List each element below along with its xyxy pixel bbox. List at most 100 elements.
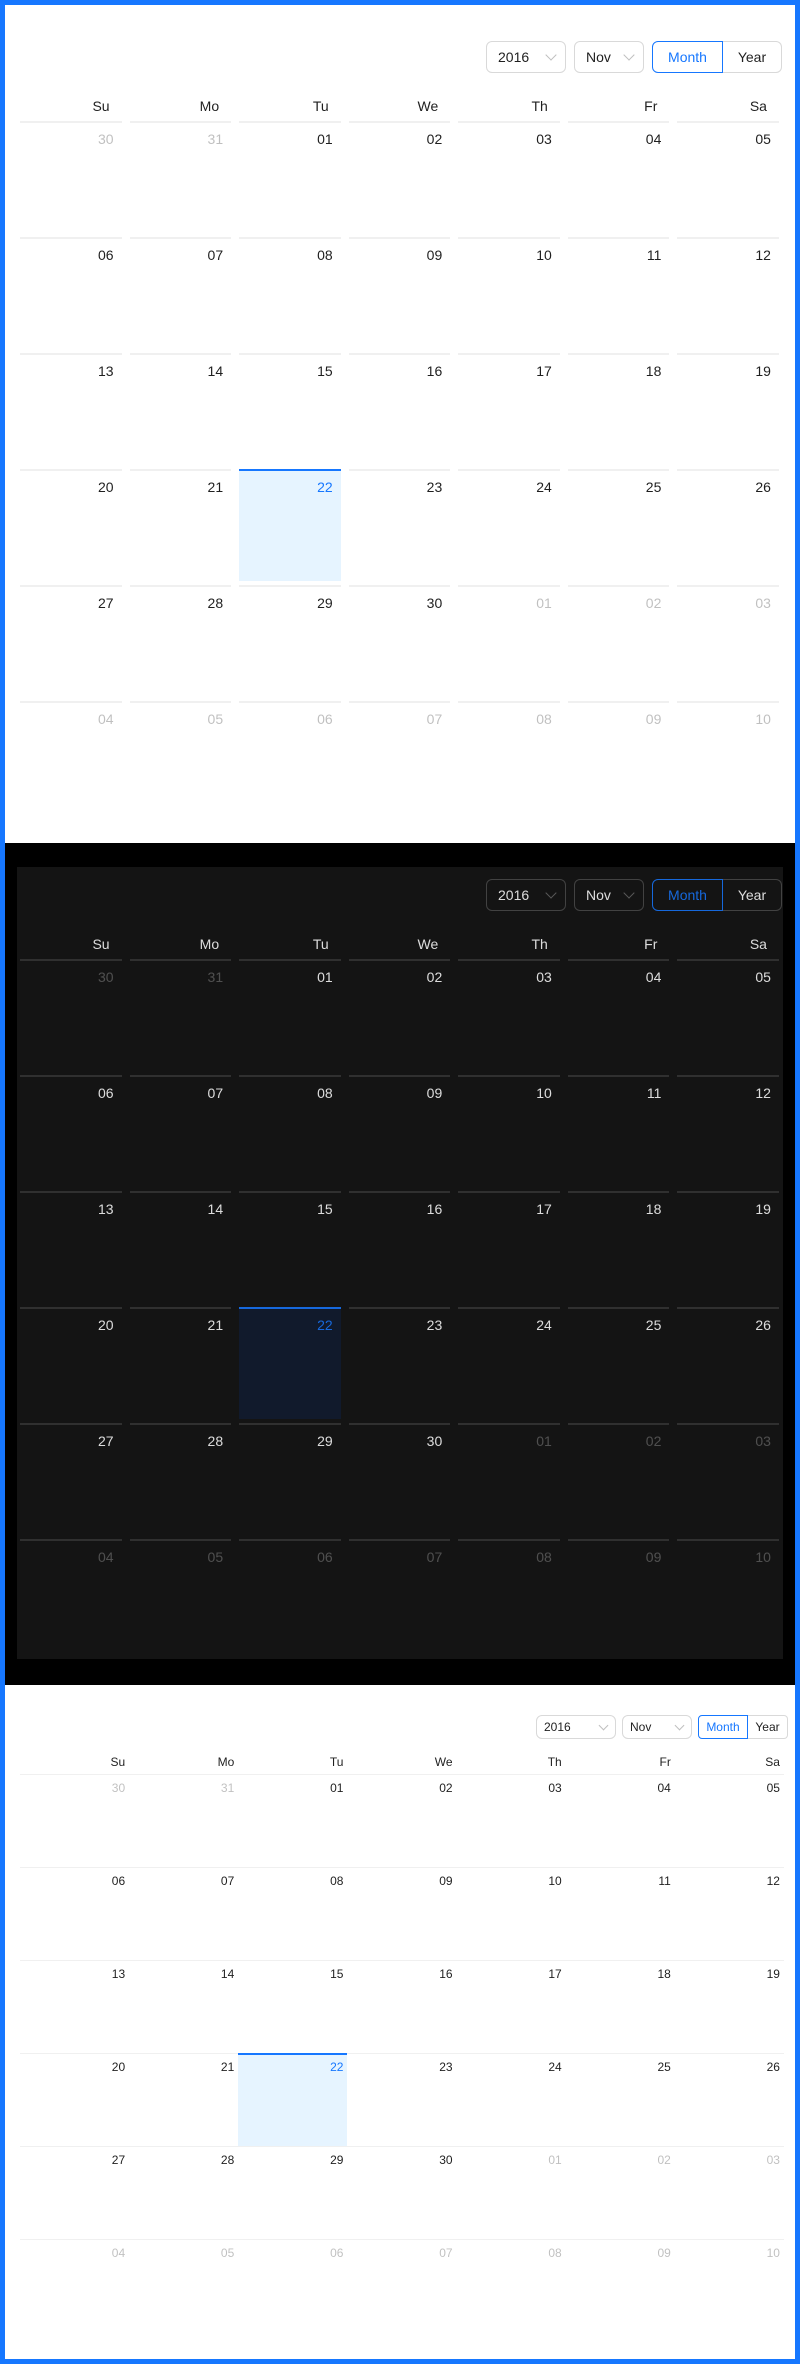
date-cell[interactable]: 09 xyxy=(565,2239,675,2332)
date-cell[interactable]: 26 xyxy=(674,2053,784,2146)
date-cell[interactable]: 05 xyxy=(129,2239,239,2332)
date-cell[interactable]: 06 xyxy=(238,2239,348,2332)
date-cell[interactable]: 24 xyxy=(456,2053,566,2146)
mode-month-button[interactable]: Month xyxy=(652,41,723,73)
date-cell[interactable]: 30 xyxy=(20,959,122,1071)
date-cell[interactable]: 13 xyxy=(20,1960,130,2053)
date-cell[interactable]: 23 xyxy=(348,469,451,581)
date-cell[interactable]: 25 xyxy=(567,1307,670,1419)
date-cell[interactable]: 21 xyxy=(129,469,232,581)
date-cell[interactable]: 28 xyxy=(129,585,232,697)
mode-year-button[interactable]: Year xyxy=(723,879,782,911)
date-cell[interactable]: 07 xyxy=(347,2239,457,2332)
date-cell[interactable]: 30 xyxy=(20,1774,130,1867)
month-select[interactable]: Nov xyxy=(574,41,644,73)
date-cell[interactable]: 06 xyxy=(239,1539,341,1651)
date-cell[interactable]: 10 xyxy=(677,1539,779,1651)
date-cell[interactable]: 15 xyxy=(239,1191,341,1303)
date-cell[interactable]: 04 xyxy=(20,2239,130,2332)
date-cell[interactable]: 09 xyxy=(567,1539,670,1651)
date-cell[interactable]: 01 xyxy=(458,1423,560,1535)
date-cell[interactable]: 01 xyxy=(239,959,341,1071)
date-cell[interactable]: 10 xyxy=(458,237,560,349)
month-select[interactable]: Nov xyxy=(622,1715,692,1739)
date-cell[interactable]: 28 xyxy=(129,2146,239,2239)
date-cell[interactable]: 12 xyxy=(677,1075,779,1187)
date-cell[interactable]: 28 xyxy=(129,1423,232,1535)
date-cell[interactable]: 08 xyxy=(458,1539,560,1651)
date-cell[interactable]: 05 xyxy=(677,959,779,1071)
date-cell[interactable]: 19 xyxy=(677,353,779,465)
date-cell[interactable]: 10 xyxy=(456,1867,566,1960)
date-cell[interactable]: 26 xyxy=(677,1307,779,1419)
date-cell[interactable]: 08 xyxy=(238,1867,348,1960)
date-cell[interactable]: 10 xyxy=(677,701,779,813)
date-cell[interactable]: 06 xyxy=(20,237,122,349)
date-cell[interactable]: 09 xyxy=(348,237,451,349)
date-cell[interactable]: 03 xyxy=(677,1423,779,1535)
date-cell[interactable]: 13 xyxy=(20,1191,122,1303)
date-cell[interactable]: 21 xyxy=(129,1307,232,1419)
date-cell[interactable]: 02 xyxy=(567,1423,670,1535)
date-cell[interactable]: 02 xyxy=(348,959,451,1071)
date-cell[interactable]: 06 xyxy=(239,701,341,813)
year-select[interactable]: 2016 xyxy=(486,879,566,911)
date-cell[interactable]: 06 xyxy=(20,1867,130,1960)
date-cell[interactable]: 30 xyxy=(20,121,122,233)
date-cell[interactable]: 11 xyxy=(567,1075,670,1187)
date-cell[interactable]: 03 xyxy=(677,585,779,697)
date-cell[interactable]: 09 xyxy=(348,1075,451,1187)
date-cell[interactable]: 18 xyxy=(567,1191,670,1303)
date-cell[interactable]: 04 xyxy=(20,701,122,813)
date-cell[interactable]: 07 xyxy=(129,1867,239,1960)
date-cell[interactable]: 23 xyxy=(347,2053,457,2146)
date-cell[interactable]: 14 xyxy=(129,353,232,465)
mode-year-button[interactable]: Year xyxy=(748,1715,788,1739)
date-cell[interactable]: 13 xyxy=(20,353,122,465)
year-select[interactable]: 2016 xyxy=(536,1715,616,1739)
date-cell[interactable]: 26 xyxy=(677,469,779,581)
date-cell[interactable]: 19 xyxy=(677,1191,779,1303)
date-cell[interactable]: 17 xyxy=(458,353,560,465)
date-cell[interactable]: 05 xyxy=(129,1539,232,1651)
date-cell[interactable]: 07 xyxy=(129,237,232,349)
date-cell[interactable]: 15 xyxy=(238,1960,348,2053)
date-cell[interactable]: 02 xyxy=(565,2146,675,2239)
date-cell[interactable]: 25 xyxy=(567,469,670,581)
date-cell[interactable]: 12 xyxy=(674,1867,784,1960)
date-cell-selected[interactable]: 22 xyxy=(238,2053,348,2146)
year-select[interactable]: 2016 xyxy=(486,41,566,73)
date-cell[interactable]: 01 xyxy=(458,585,560,697)
date-cell[interactable]: 31 xyxy=(129,121,232,233)
date-cell[interactable]: 04 xyxy=(567,959,670,1071)
date-cell[interactable]: 01 xyxy=(238,1774,348,1867)
date-cell[interactable]: 19 xyxy=(674,1960,784,2053)
date-cell[interactable]: 02 xyxy=(347,1774,457,1867)
date-cell[interactable]: 29 xyxy=(239,585,341,697)
date-cell[interactable]: 09 xyxy=(347,1867,457,1960)
date-cell[interactable]: 24 xyxy=(458,1307,560,1419)
date-cell[interactable]: 27 xyxy=(20,2146,130,2239)
date-cell[interactable]: 08 xyxy=(456,2239,566,2332)
month-select[interactable]: Nov xyxy=(574,879,644,911)
date-cell[interactable]: 17 xyxy=(456,1960,566,2053)
date-cell[interactable]: 10 xyxy=(674,2239,784,2332)
date-cell[interactable]: 27 xyxy=(20,1423,122,1535)
date-cell-selected[interactable]: 22 xyxy=(239,469,341,581)
date-cell[interactable]: 16 xyxy=(348,353,451,465)
date-cell[interactable]: 21 xyxy=(129,2053,239,2146)
date-cell[interactable]: 18 xyxy=(567,353,670,465)
date-cell[interactable]: 08 xyxy=(239,237,341,349)
date-cell[interactable]: 07 xyxy=(348,1539,451,1651)
date-cell[interactable]: 11 xyxy=(565,1867,675,1960)
date-cell[interactable]: 31 xyxy=(129,959,232,1071)
date-cell[interactable]: 16 xyxy=(348,1191,451,1303)
date-cell[interactable]: 09 xyxy=(567,701,670,813)
mode-year-button[interactable]: Year xyxy=(723,41,782,73)
date-cell[interactable]: 14 xyxy=(129,1191,232,1303)
date-cell[interactable]: 07 xyxy=(129,1075,232,1187)
date-cell[interactable]: 05 xyxy=(677,121,779,233)
date-cell[interactable]: 25 xyxy=(565,2053,675,2146)
date-cell[interactable]: 08 xyxy=(239,1075,341,1187)
date-cell-selected[interactable]: 22 xyxy=(239,1307,341,1419)
